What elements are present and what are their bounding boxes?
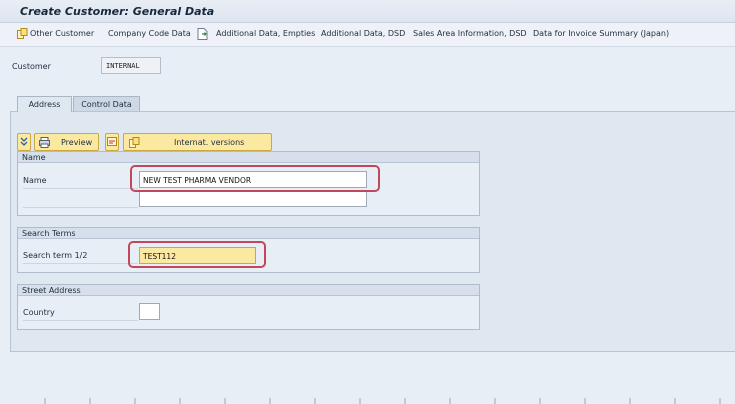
international-versions-label: Internat. versions: [174, 138, 245, 147]
international-versions-button[interactable]: Internat. versions: [123, 133, 272, 151]
street-address-group: Street Address Country: [17, 284, 480, 330]
name-highlight-box: [130, 165, 380, 192]
preview-button[interactable]: Preview: [34, 133, 99, 151]
name-label: Name: [23, 176, 47, 185]
customer-label: Customer: [12, 62, 51, 71]
communication-icon: [107, 137, 117, 146]
double-chevron-down-icon: [20, 137, 28, 146]
application-toolbar: Other Customer Company Code Data Additio…: [0, 23, 735, 47]
toolbar-additional-data-dsd[interactable]: Additional Data, DSD: [321, 29, 405, 38]
preview-label: Preview: [61, 138, 93, 147]
tab-address[interactable]: Address: [17, 96, 72, 112]
toolbar-additional-data-empties[interactable]: Additional Data, Empties: [216, 29, 315, 38]
search-terms-header: Search Terms: [18, 228, 479, 239]
communication-button[interactable]: [105, 133, 119, 151]
printer-icon: [39, 137, 50, 148]
search-term-label: Search term 1/2: [23, 251, 88, 260]
country-label: Country: [23, 308, 55, 317]
country-label-underline: [23, 320, 138, 321]
toolbar-company-code-data[interactable]: Company Code Data: [108, 29, 191, 38]
document-arrow-icon[interactable]: [197, 28, 208, 40]
search-term-label-underline: [23, 263, 138, 264]
name-label-underline: [23, 188, 138, 189]
toolbar-other-customer[interactable]: Other Customer: [30, 29, 94, 38]
toolbar-invoice-summary-japan[interactable]: Data for Invoice Summary (Japan): [533, 29, 669, 38]
name-group-header: Name: [18, 152, 479, 163]
bottom-ruler: [44, 398, 721, 404]
tab-control-data[interactable]: Control Data: [73, 96, 140, 111]
search-term-highlight-box: [128, 241, 266, 268]
other-customer-icon[interactable]: [17, 28, 28, 40]
country-input[interactable]: [139, 303, 160, 320]
title-bar: Create Customer: General Data: [0, 0, 735, 23]
expand-button[interactable]: [17, 133, 31, 151]
international-versions-icon: [129, 137, 140, 148]
customer-field[interactable]: INTERNAL: [101, 57, 161, 74]
toolbar-sales-area-information[interactable]: Sales Area Information, DSD: [413, 29, 527, 38]
name-input-line2[interactable]: [139, 190, 367, 207]
street-address-header: Street Address: [18, 285, 479, 296]
window-title: Create Customer: General Data: [20, 5, 215, 18]
name-label-underline-2: [23, 207, 138, 208]
